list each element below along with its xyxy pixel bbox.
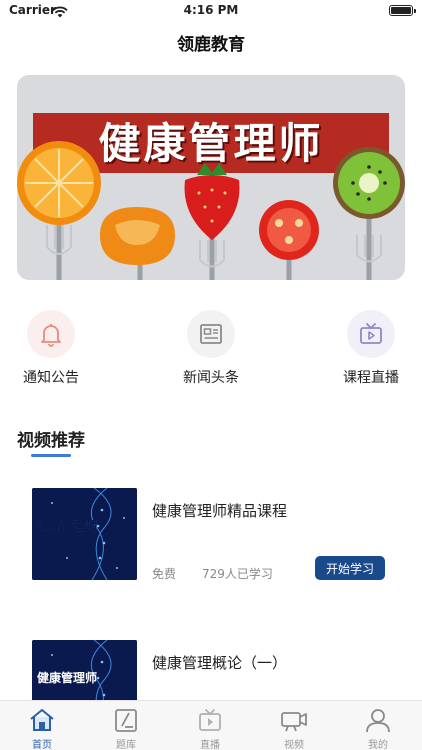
- tab-question-bank[interactable]: 题库: [84, 705, 168, 750]
- notice-label: 通知公告: [23, 370, 79, 386]
- tab-live[interactable]: 直播: [168, 705, 252, 750]
- tab-label: 视频: [284, 740, 304, 750]
- course-price: 免费: [152, 567, 177, 581]
- section-underline: [31, 454, 71, 457]
- start-learning-button[interactable]: 开始学习: [315, 556, 385, 580]
- question-bank-icon: [84, 705, 168, 735]
- course-learners: 729人已学习: [202, 567, 273, 581]
- tab-label: 直播: [200, 740, 220, 750]
- battery-icon: [389, 5, 416, 16]
- course-thumbnail-text: 健康管理师: [37, 670, 97, 685]
- newspaper-icon: [187, 310, 235, 358]
- profile-icon: [336, 705, 420, 735]
- status-bar: Carrier 4:16 PM: [0, 0, 422, 22]
- course-card[interactable]: 健康管理师 健康管理师精品课程 免费 729人已学习 开始学习: [0, 488, 422, 608]
- live-course-shortcut[interactable]: 课程直播: [326, 310, 416, 387]
- banner[interactable]: 健康管理师: [17, 75, 405, 280]
- video-camera-icon: [252, 705, 336, 735]
- news-shortcut[interactable]: 新闻头条: [166, 310, 256, 387]
- live-video-icon: [347, 310, 395, 358]
- live-course-label: 课程直播: [343, 370, 399, 386]
- tab-label: 首页: [32, 740, 52, 750]
- tab-profile[interactable]: 我的: [336, 705, 420, 750]
- course-thumbnail-text: 健康管理师: [37, 518, 97, 533]
- course-title: 健康管理概论（一）: [152, 654, 288, 672]
- tab-label: 题库: [116, 740, 136, 750]
- course-thumbnail: 健康管理师: [32, 488, 137, 580]
- section-title: 视频推荐: [17, 431, 85, 451]
- notice-shortcut[interactable]: 通知公告: [6, 310, 96, 387]
- news-label: 新闻头条: [183, 370, 239, 386]
- live-icon: [168, 705, 252, 735]
- bell-icon: [27, 310, 75, 358]
- tab-home[interactable]: 首页: [0, 705, 84, 750]
- home-icon: [0, 705, 84, 735]
- page-title: 领鹿教育: [177, 35, 245, 55]
- clock: 4:16 PM: [183, 3, 239, 17]
- fruit-forks-illustration: [17, 141, 405, 280]
- course-title: 健康管理师精品课程: [152, 502, 288, 520]
- tab-label: 我的: [368, 740, 388, 750]
- tab-video[interactable]: 视频: [252, 705, 336, 750]
- app-screen: Carrier 4:16 PM 领鹿教育 健康管理师 通知公告 新闻头条 课程直…: [0, 0, 422, 750]
- tab-bar: 首页 题库 直播 视频 我的: [0, 700, 422, 750]
